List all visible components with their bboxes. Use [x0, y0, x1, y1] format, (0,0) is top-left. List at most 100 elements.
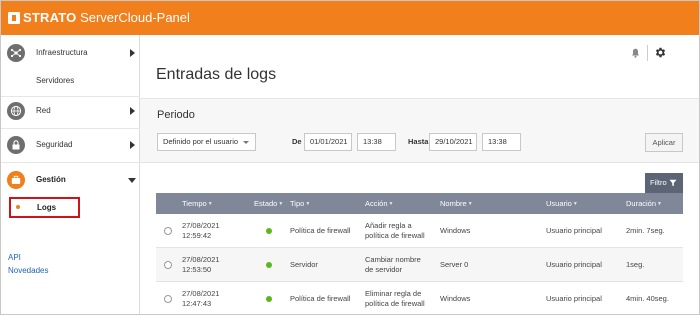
column-header-label: Tipo [290, 199, 305, 208]
table-row[interactable]: 27/08/2021 12:53:50 Servidor Cambiar nom… [156, 248, 683, 282]
row-name: Windows [440, 226, 471, 235]
column-header-label: Tiempo [182, 199, 207, 208]
sidebar-item-logs[interactable]: Logs [9, 197, 80, 218]
sidebar: Infraestructura Servidores Red Seguridad [1, 35, 140, 314]
row-select-radio[interactable] [164, 295, 172, 303]
row-date: 27/08/2021 [182, 289, 220, 298]
sidebar-item-gestion[interactable]: Gestión [1, 170, 140, 190]
app-window: STRATO ServerCloud-Panel Infraestructura… [0, 0, 700, 315]
row-action-line1: Añadir regla a [365, 221, 412, 230]
chevron-right-icon [130, 141, 135, 149]
novedades-link[interactable]: Novedades [8, 266, 48, 275]
row-action-line1: Cambiar nombre [365, 255, 421, 264]
period-select[interactable]: Definido por el usuario [157, 133, 256, 151]
sidebar-item-infraestructura[interactable]: Infraestructura [1, 43, 140, 63]
chevron-right-icon [130, 49, 135, 57]
chevron-down-icon [243, 141, 249, 144]
sort-arrow-icon: ▼ [388, 201, 394, 207]
column-header-label: Estado [254, 199, 278, 208]
brand-title[interactable]: STRATO ServerCloud-Panel [23, 9, 190, 27]
column-header-label: Duración [626, 199, 657, 208]
filter-button-label: Filtro [650, 178, 667, 187]
period-select-value: Definido por el usuario [163, 137, 239, 146]
sidebar-item-label: Red [36, 106, 51, 115]
apply-button[interactable]: Aplicar [645, 133, 683, 152]
row-type: Servidor [290, 260, 318, 269]
sidebar-item-red[interactable]: Red [1, 101, 140, 121]
sidebar-item-label: Logs [37, 203, 57, 212]
sidebar-divider [1, 96, 140, 97]
column-header-label: Acción [365, 199, 388, 208]
sidebar-item-label: Servidores [36, 76, 75, 85]
row-type: Política de firewall [290, 226, 351, 235]
to-date-value: 29/10/2021 [435, 137, 473, 146]
row-time: 12:53:50 [182, 265, 212, 274]
sort-arrow-icon: ▼ [278, 201, 284, 207]
api-link[interactable]: API [8, 253, 21, 262]
brand-name: STRATO [23, 10, 77, 25]
sort-arrow-icon: ▼ [572, 201, 578, 207]
row-time: 12:47:43 [182, 299, 212, 308]
column-header-label: Nombre [440, 199, 467, 208]
column-header-action[interactable]: Acción▼ [365, 199, 393, 208]
from-time-input[interactable]: 13:38 [357, 133, 396, 151]
table-row[interactable]: 27/08/2021 12:47:43 Política de firewall… [156, 282, 683, 314]
row-name: Server 0 [440, 260, 469, 269]
row-user: Usuario principal [546, 260, 602, 269]
row-action-line2: política de firewall [365, 299, 425, 308]
funnel-icon [669, 179, 677, 187]
sidebar-item-label: Gestión [36, 175, 66, 184]
sort-arrow-icon: ▼ [305, 201, 311, 207]
lock-icon [7, 136, 25, 154]
column-header-time[interactable]: Tiempo▼ [182, 199, 213, 208]
status-ok-icon [266, 262, 272, 268]
column-header-label: Usuario [546, 199, 572, 208]
filter-button[interactable]: Filtro [645, 173, 683, 193]
column-header-type[interactable]: Tipo▼ [290, 199, 310, 208]
sidebar-item-label: Infraestructura [36, 48, 88, 57]
from-date-input[interactable]: 01/01/2021 [304, 133, 352, 151]
row-user: Usuario principal [546, 226, 602, 235]
sidebar-divider [1, 162, 140, 163]
period-title: Periodo [157, 109, 195, 121]
gear-icon[interactable] [654, 46, 667, 61]
column-header-duration[interactable]: Duración▼ [626, 199, 662, 208]
sidebar-item-servidores[interactable]: Servidores [1, 73, 140, 89]
row-select-radio[interactable] [164, 261, 172, 269]
header-divider [647, 45, 648, 61]
from-time-value: 13:38 [363, 137, 382, 146]
page-title: Entradas de logs [156, 66, 277, 83]
sidebar-item-label: Seguridad [36, 140, 73, 149]
column-header-status[interactable]: Estado▼ [254, 199, 283, 208]
table-row[interactable]: 27/08/2021 12:59:42 Política de firewall… [156, 214, 683, 248]
globe-icon [7, 102, 25, 120]
from-date-value: 01/01/2021 [310, 137, 348, 146]
to-date-input[interactable]: 29/10/2021 [429, 133, 477, 151]
sort-arrow-icon: ▼ [467, 201, 473, 207]
briefcase-icon [7, 171, 25, 189]
bell-icon[interactable] [631, 48, 640, 60]
network-icon [7, 44, 25, 62]
row-name: Windows [440, 294, 471, 303]
row-duration: 4min. 40seg. [626, 294, 669, 303]
row-action-line2: de servidor [365, 265, 403, 274]
from-label: De [292, 137, 302, 146]
sidebar-divider [1, 128, 140, 129]
row-type: Política de firewall [290, 294, 351, 303]
to-label: Hasta [408, 137, 429, 146]
to-time-input[interactable]: 13:38 [482, 133, 521, 151]
row-action-line1: Eliminar regla de [365, 289, 422, 298]
to-time-value: 13:38 [488, 137, 507, 146]
chevron-down-icon [128, 178, 136, 183]
sort-arrow-icon: ▼ [207, 201, 213, 207]
table-header: Tiempo▼ Estado▼ Tipo▼ Acción▼ Nombre▼ Us… [156, 193, 683, 214]
chevron-right-icon [130, 107, 135, 115]
sidebar-item-seguridad[interactable]: Seguridad [1, 135, 140, 155]
column-header-name[interactable]: Nombre▼ [440, 199, 473, 208]
column-header-user[interactable]: Usuario▼ [546, 199, 578, 208]
row-action-line2: política de firewall [365, 231, 425, 240]
brand-product: ServerCloud-Panel [76, 10, 190, 25]
row-select-radio[interactable] [164, 227, 172, 235]
row-date: 27/08/2021 [182, 221, 220, 230]
row-time: 12:59:42 [182, 231, 212, 240]
